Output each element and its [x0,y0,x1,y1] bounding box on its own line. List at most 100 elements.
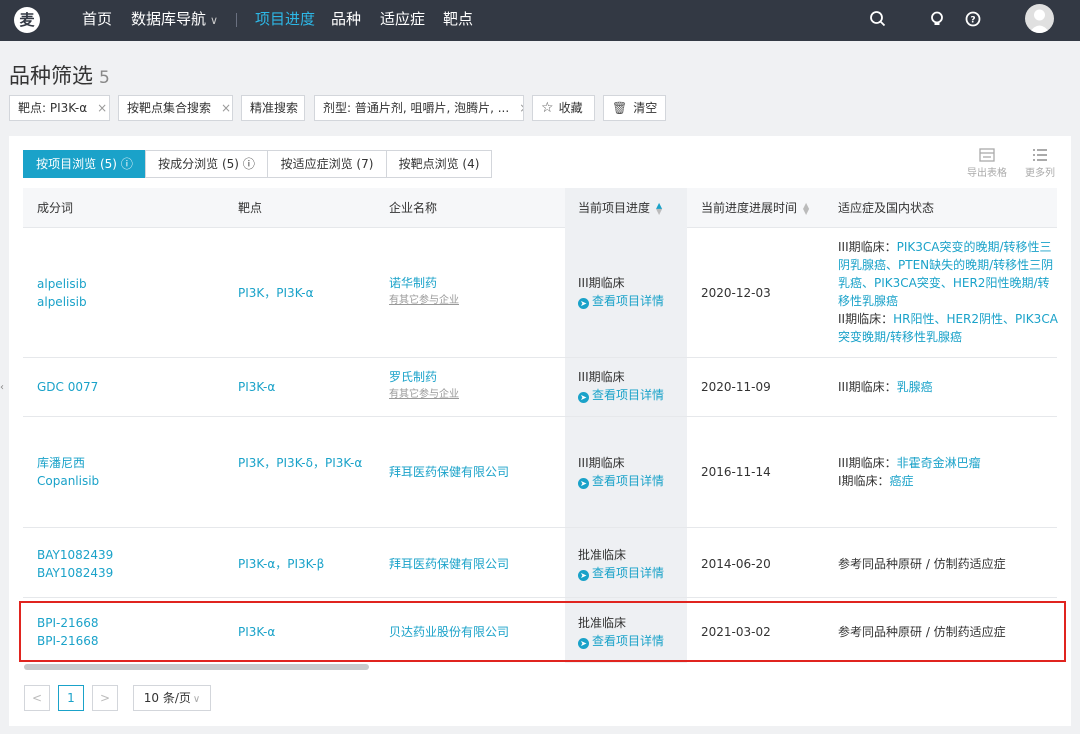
clear-button[interactable]: 🗑 清空 [603,95,666,121]
table-header: 成分词 靶点 企业名称 当前项目进度 ▲ ▼ 当前进度进展时间 ▲ ▼ 适应症及国内状态 [23,188,1057,228]
tab-by-indication[interactable]: 按适应症浏览 (7) [267,150,387,178]
company-link[interactable]: 拜耳医药保健有限公司 [389,463,509,481]
nav-project-progress[interactable]: 项目进度 [255,0,315,41]
tab-label: 按项目浏览 (5) [36,157,117,171]
view-detail-link[interactable]: ➤ 查看项目详情 [578,472,664,490]
page-title: 品种筛选 5 [9,60,110,90]
logo[interactable]: 麦 [14,7,40,33]
tab-by-target[interactable]: 按靶点浏览 (4) [386,150,492,178]
progress-date: 2020-11-09 [701,380,771,394]
page-title-text: 品种筛选 [9,64,93,88]
view-detail-link[interactable]: ➤ 查看项目详情 [578,564,664,582]
help-icon: ⓘ [242,157,255,171]
target-cell[interactable]: PI3K，PI3K-δ，PI3K-α [238,454,363,472]
view-detail-label: 查看项目详情 [592,474,665,488]
export-table-button[interactable]: 导出表格 [962,148,1012,179]
nav-database-label: 数据库导航 [131,10,207,28]
indication-link[interactable]: 癌症 [890,474,914,488]
horizontal-scrollbar[interactable] [24,664,369,670]
col-header-date-label: 当前进度进展时间 [701,201,798,215]
view-detail-link[interactable]: ➤ 查看项目详情 [578,386,664,404]
page-size-select[interactable]: 10 条/页 ∨ [133,685,211,711]
nav-variety[interactable]: 品种 [331,0,361,41]
ingredient-cell[interactable]: 库潘尼西 Copanlisib [37,454,99,490]
filter-chip-label: 剂型: 普通片剂, 咀嚼片, 泡腾片, ... [323,101,510,115]
filter-chip-target[interactable]: 靶点: PI3K-α × [9,95,110,121]
ingredient-cell[interactable]: alpelisib alpelisib [37,275,87,311]
search-icon[interactable] [868,9,888,29]
ingredient-name[interactable]: alpelisib [37,275,87,293]
other-companies-link[interactable]: 有其它参与企业 [389,292,459,310]
tab-by-ingredient[interactable]: 按成分浏览 (5) ⓘ [145,150,268,178]
more-columns-label: 更多列 [1025,168,1055,179]
next-page-button[interactable]: > [92,685,118,711]
collapse-handle-icon[interactable]: ‹ [0,382,4,393]
sort-icon[interactable]: ▲ ▼ [656,201,662,215]
favorite-button[interactable]: ☆ 收藏 [532,95,595,121]
favorite-label: 收藏 [558,101,583,115]
help-icon[interactable]: ? [963,9,983,29]
ingredient-name[interactable]: alpelisib [37,293,87,311]
ingredient-cell[interactable]: BAY1082439 BAY1082439 [37,546,113,582]
trash-icon: 🗑 [612,101,628,115]
ingredient-name[interactable]: BAY1082439 [37,546,113,564]
close-icon[interactable]: × [97,101,107,115]
col-header-progress-label: 当前项目进度 [578,201,651,215]
filter-chip-dosage[interactable]: 剂型: 普通片剂, 咀嚼片, 泡腾片, ... × [314,95,524,121]
company-link[interactable]: 诺华制药 [389,276,437,290]
star-icon: ☆ [541,100,554,116]
ingredient-name[interactable]: 库潘尼西 [37,454,99,472]
filter-chip-label: 靶点: PI3K-α [18,101,88,115]
lightbulb-icon[interactable] [927,9,947,29]
ingredient-name[interactable]: Copanlisib [37,472,99,490]
filter-chip-exact[interactable]: 精准搜索 [241,95,305,121]
company-cell: 罗氏制药有其它参与企业 [389,368,459,404]
other-companies-link[interactable]: 有其它参与企业 [389,386,459,404]
view-detail-link[interactable]: ➤ 查看项目详情 [578,292,664,310]
sort-icon[interactable]: ▲ ▼ [803,201,809,215]
avatar[interactable] [1025,4,1054,33]
ingredient-name[interactable]: BAY1082439 [37,564,113,582]
indication-text: 参考同品种原研 / 仿制药适应症 [838,557,1006,571]
indication-link[interactable]: 乳腺癌 [897,380,933,394]
top-nav: 麦 首页 数据库导航 ∨ 项目进度 品种 适应症 靶点 ? [0,0,1080,41]
target-cell[interactable]: PI3K-α，PI3K-β [238,555,324,573]
prev-page-button[interactable]: < [24,685,50,711]
filter-chip-label: 按靶点集合搜索 [127,101,212,115]
target-cell[interactable]: PI3K，PI3K-α [238,284,314,302]
highlight-box [19,601,1066,662]
more-columns-button[interactable]: 更多列 [1015,148,1065,179]
progress-date: 2016-11-14 [701,465,771,479]
indication-stage: III期临床： [838,380,897,394]
indication-stage: III期临床： [838,240,897,254]
col-header-progress-date[interactable]: 当前进度进展时间 ▲ ▼ [701,188,809,228]
view-detail-label: 查看项目详情 [592,294,665,308]
progress-cell: III期临床 ➤ 查看项目详情 [578,274,664,310]
progress-status: III期临床 [578,276,625,290]
tab-label: 按成分浏览 (5) [158,157,239,171]
indication-link[interactable]: 非霍奇金淋巴瘤 [897,456,981,470]
page-1-button[interactable]: 1 [58,685,84,711]
arrow-right-icon: ➤ [578,478,589,489]
nav-target[interactable]: 靶点 [443,0,473,41]
nav-indication[interactable]: 适应症 [380,0,425,41]
indication-cell: III期临床：PIK3CA突变的晚期/转移性三阴乳腺癌、PTEN缺失的晚期/转移… [838,238,1058,346]
col-header-progress[interactable]: 当前项目进度 ▲ ▼ [565,188,687,228]
indication-stage: II期临床： [838,312,894,326]
arrow-right-icon: ➤ [578,392,589,403]
ingredient-cell[interactable]: GDC 0077 [37,378,98,396]
tab-by-project[interactable]: 按项目浏览 (5) ⓘ [23,150,146,178]
view-detail-label: 查看项目详情 [592,566,665,580]
close-icon[interactable]: × [221,101,231,115]
progress-cell: III期临床 ➤ 查看项目详情 [578,454,664,490]
company-link[interactable]: 罗氏制药 [389,370,437,384]
close-icon[interactable]: × [519,101,523,115]
filter-chip-target-set[interactable]: 按靶点集合搜索 × [118,95,233,121]
table-row: GDC 0077 PI3K-α 罗氏制药 有其它参与企业 III期临床 ➤ 查看项目详… [23,358,1057,417]
progress-date: 2014-06-20 [701,557,771,571]
list-icon [1033,149,1047,161]
nav-database[interactable]: 数据库导航 ∨ [131,0,218,41]
target-cell[interactable]: PI3K-α [238,378,275,396]
company-link[interactable]: 拜耳医药保健有限公司 [389,555,509,573]
nav-home[interactable]: 首页 [82,0,112,41]
